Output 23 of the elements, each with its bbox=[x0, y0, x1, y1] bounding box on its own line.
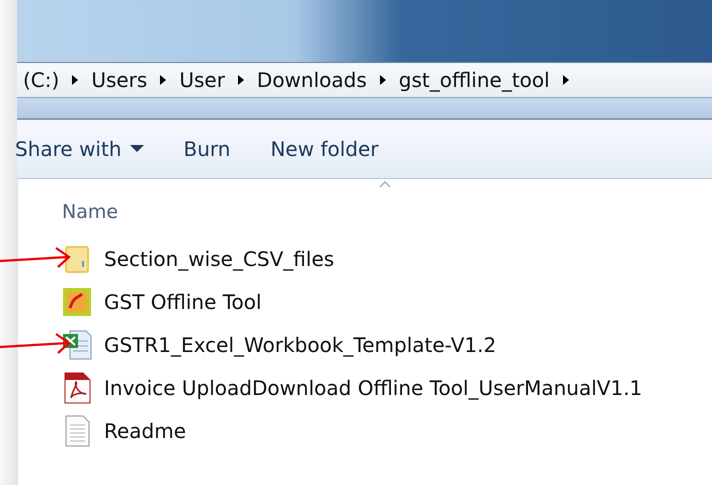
chevron-icon[interactable] bbox=[236, 74, 245, 86]
address-bar[interactable]: (C:) Users User Downloads gst_offline_tool bbox=[17, 62, 712, 98]
chevron-icon[interactable] bbox=[159, 74, 168, 86]
chevron-icon[interactable] bbox=[71, 74, 80, 86]
breadcrumb[interactable]: (C:) bbox=[23, 68, 60, 92]
breadcrumb[interactable]: Users bbox=[91, 68, 148, 92]
breadcrumb[interactable]: Downloads bbox=[256, 68, 367, 92]
toolbar-button[interactable]: Share with bbox=[15, 137, 144, 161]
file-item[interactable]: Section_wise_CSV_files bbox=[62, 242, 334, 274]
toolbar-button[interactable]: Burn bbox=[184, 137, 230, 161]
chevron-icon[interactable] bbox=[378, 74, 387, 86]
breadcrumb[interactable]: gst_offline_tool bbox=[398, 68, 550, 92]
file-item[interactable]: Readme bbox=[62, 414, 186, 446]
file-item[interactable]: GST Offline Tool bbox=[62, 286, 262, 318]
toolbar-button[interactable]: New folder bbox=[270, 137, 379, 161]
spreadsheet-icon bbox=[62, 328, 92, 360]
file-item[interactable]: Invoice UploadDownload Offline Tool_UserManualV1.1 bbox=[62, 372, 642, 404]
chevron-icon[interactable] bbox=[562, 74, 570, 86]
column-header[interactable]: Name bbox=[62, 187, 118, 237]
pdf-icon bbox=[62, 372, 92, 404]
breadcrumb[interactable]: User bbox=[179, 68, 225, 92]
file-item[interactable]: GSTR1_Excel_Workbook_Template-V1.2 bbox=[62, 328, 496, 360]
app-icon bbox=[62, 286, 92, 318]
